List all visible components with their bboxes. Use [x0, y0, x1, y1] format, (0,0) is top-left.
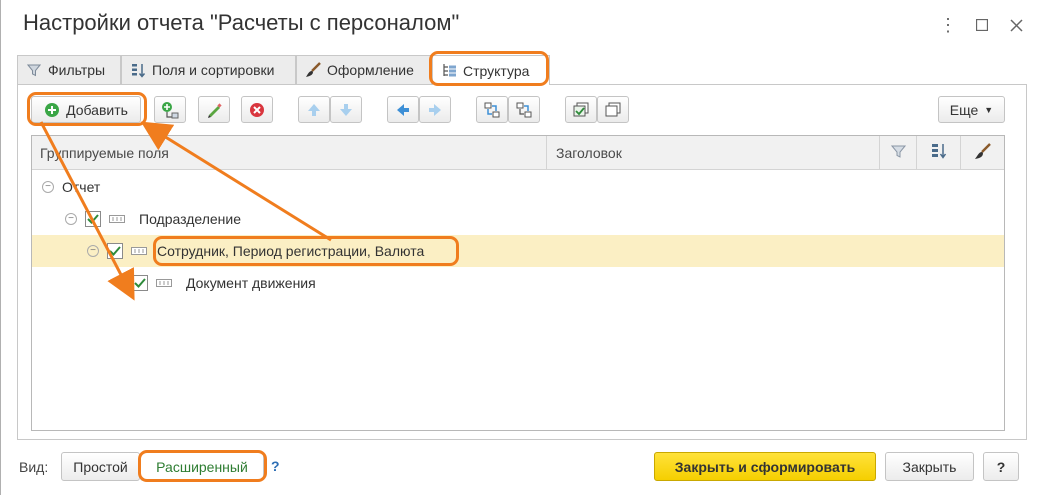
grouping-icon — [156, 279, 172, 287]
ungroup-button[interactable] — [508, 96, 540, 123]
group-icon — [483, 101, 501, 119]
column-grouped-fields[interactable]: Группируемые поля — [32, 136, 547, 169]
collapse-icon[interactable]: − — [87, 245, 99, 257]
check-all-button[interactable] — [565, 96, 597, 123]
row-label: Подразделение — [139, 211, 242, 227]
structure-icon — [441, 63, 457, 79]
row-checkbox[interactable] — [85, 211, 101, 227]
column-sort[interactable] — [917, 136, 961, 169]
row-checkbox[interactable] — [107, 243, 123, 259]
grid-row-department[interactable]: − Подразделение — [32, 203, 1004, 235]
collapse-icon[interactable]: − — [65, 213, 77, 225]
delete-button[interactable] — [241, 96, 273, 123]
add-subgroup-icon — [161, 101, 179, 119]
arrow-right-icon — [427, 102, 443, 118]
extended-view-button[interactable]: Расширенный — [140, 452, 264, 481]
tab-design[interactable]: Оформление — [296, 55, 432, 84]
more-vert-icon[interactable]: ⋮ — [937, 14, 959, 36]
row-label: Документ движения — [186, 275, 316, 291]
add-button-label: Добавить — [66, 101, 128, 118]
more-button[interactable]: Еще ▼ — [938, 96, 1005, 123]
brush-icon — [974, 142, 991, 163]
help-button[interactable]: ? — [983, 452, 1019, 481]
ungroup-icon — [515, 101, 533, 119]
grid-header: Группируемые поля Заголовок — [32, 136, 1004, 170]
tab-label: Структура — [463, 62, 530, 79]
sort-icon — [931, 143, 947, 162]
check-all-icon — [572, 101, 590, 119]
column-design[interactable] — [961, 136, 1004, 169]
collapse-icon[interactable]: − — [42, 181, 54, 193]
more-button-label: Еще — [949, 101, 979, 118]
close-icon[interactable] — [1005, 14, 1027, 36]
help-link[interactable]: ? — [271, 458, 280, 474]
maximize-icon[interactable] — [971, 14, 993, 36]
arrow-down-icon — [338, 102, 354, 118]
row-label: Сотрудник, Период регистрации, Валюта — [157, 243, 425, 259]
plus-circle-icon — [44, 102, 60, 118]
grid-row-employee-selected[interactable]: − Сотрудник, Период регистрации, Валюта — [32, 235, 1004, 267]
settings-window: Настройки отчета "Расчеты с персоналом" … — [0, 0, 1038, 495]
grouping-icon — [109, 215, 125, 223]
tab-label: Фильтры — [48, 62, 106, 78]
sort-icon — [130, 62, 146, 78]
filter-icon — [890, 144, 906, 162]
structure-grid[interactable]: Группируемые поля Заголовок − Отчет − По… — [31, 135, 1005, 431]
tab-fields-sorting[interactable]: Поля и сортировки — [121, 55, 296, 84]
close-and-generate-button[interactable]: Закрыть и сформировать — [654, 452, 876, 481]
arrow-up-icon — [306, 102, 322, 118]
move-down-button[interactable] — [330, 96, 362, 123]
move-left-button[interactable] — [387, 96, 419, 123]
delete-icon — [249, 102, 265, 118]
column-filter[interactable] — [880, 136, 917, 169]
filter-icon — [26, 62, 42, 78]
window-title: Настройки отчета "Расчеты с персоналом" — [23, 10, 460, 35]
row-label: Отчет — [62, 179, 101, 195]
title-bar: Настройки отчета "Расчеты с персоналом" … — [1, 0, 1038, 52]
uncheck-all-icon — [604, 101, 622, 119]
chevron-down-icon: ▼ — [984, 104, 994, 115]
close-button[interactable]: Закрыть — [885, 452, 974, 481]
add-subgroup-button[interactable] — [154, 96, 186, 123]
grid-row-movement-document[interactable]: Документ движения — [32, 267, 1004, 299]
uncheck-all-button[interactable] — [597, 96, 629, 123]
arrow-left-icon — [395, 102, 411, 118]
brush-icon — [305, 62, 321, 78]
tab-bar: Фильтры Поля и сортировки Оформление Стр… — [17, 55, 1027, 85]
pencil-icon — [206, 102, 222, 118]
group-button[interactable] — [476, 96, 508, 123]
tab-structure[interactable]: Структура — [432, 55, 550, 85]
column-title[interactable]: Заголовок — [547, 136, 880, 169]
move-right-button[interactable] — [419, 96, 451, 123]
tab-filters[interactable]: Фильтры — [17, 55, 121, 84]
tab-label: Оформление — [327, 62, 414, 78]
move-up-button[interactable] — [298, 96, 330, 123]
simple-view-button[interactable]: Простой — [61, 452, 140, 481]
edit-button[interactable] — [198, 96, 230, 123]
view-label: Вид: — [19, 459, 49, 475]
tab-label: Поля и сортировки — [152, 62, 275, 78]
row-checkbox[interactable] — [132, 275, 148, 291]
grouping-icon — [131, 247, 147, 255]
add-button[interactable]: Добавить — [31, 96, 141, 123]
grid-row-report[interactable]: − Отчет — [32, 171, 1004, 203]
